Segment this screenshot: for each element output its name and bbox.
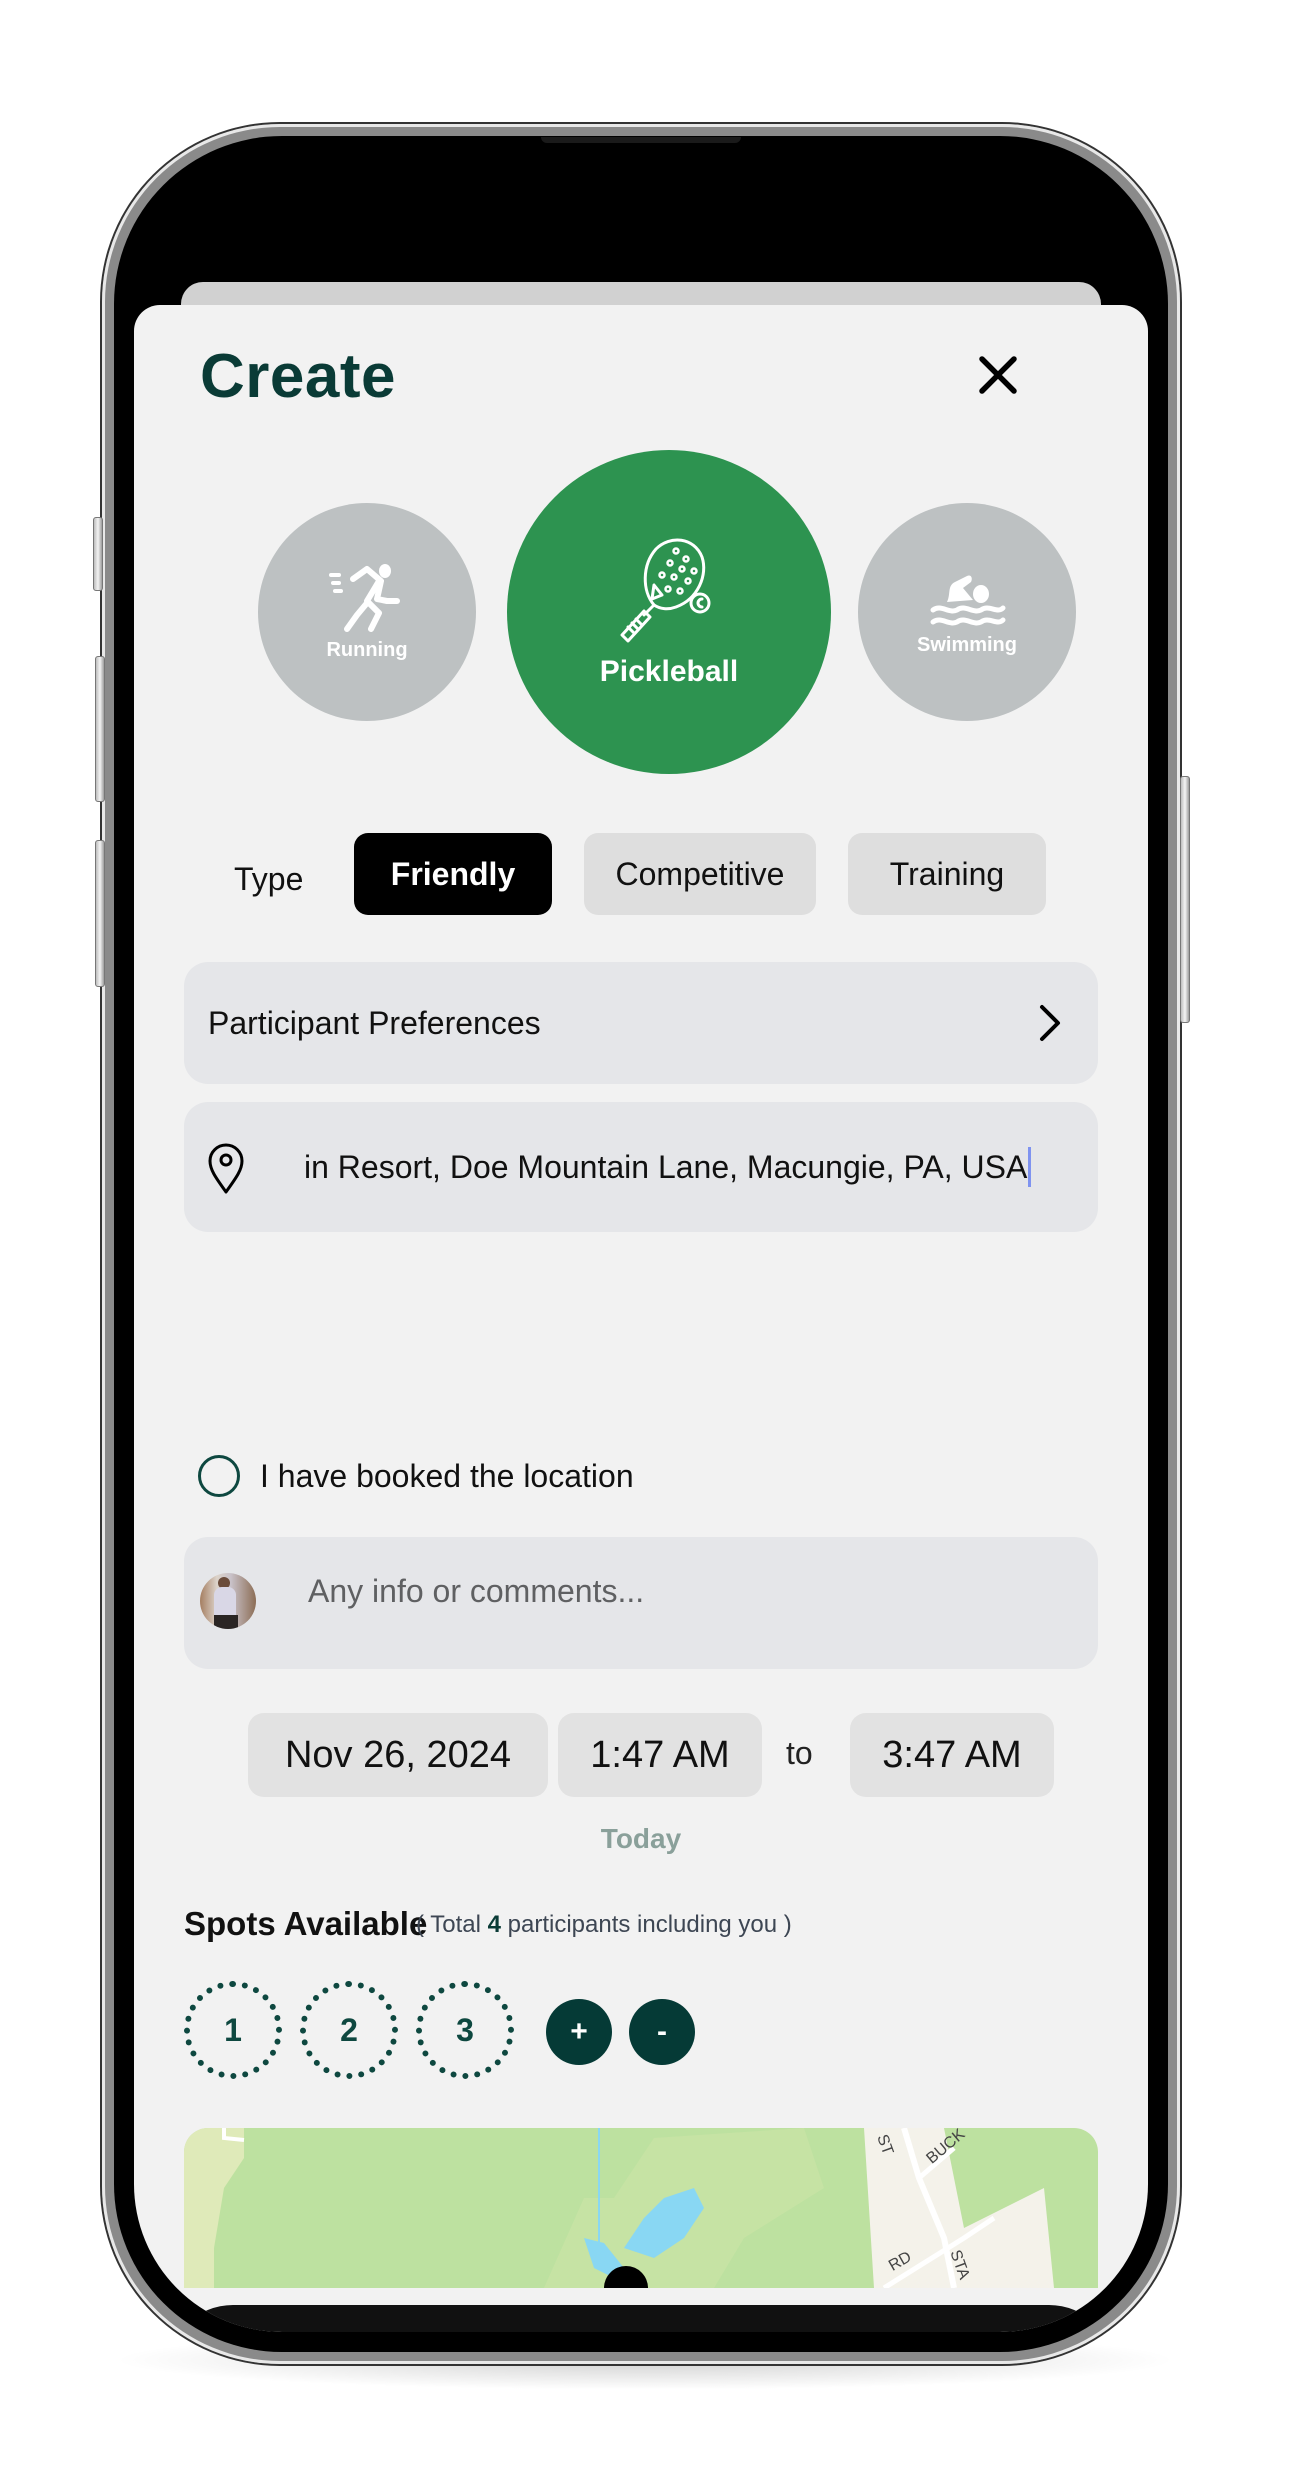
spots-subtitle: ( Total 4 participants including you ) — [416, 1911, 792, 1938]
pickleball-paddle-icon — [620, 538, 711, 643]
close-icon — [979, 356, 1017, 394]
spots-title: Spots Available — [184, 1905, 428, 1942]
page-title: Create — [200, 342, 396, 411]
spot-slot: 2 — [300, 1981, 398, 2079]
type-competitive[interactable]: Competitive — [584, 833, 816, 915]
publish-button[interactable]: Publish for Today — [167, 2305, 1115, 2332]
participant-preferences-row[interactable]: Participant Preferences — [184, 962, 1098, 1084]
location-pin-icon — [208, 1143, 244, 1194]
comments-input[interactable]: Any info or comments... — [184, 1537, 1098, 1669]
comments-placeholder: Any info or comments... — [308, 1573, 645, 1609]
location-value: in Resort, Doe Mountain Lane, Macungie, … — [304, 1148, 1028, 1185]
add-spot-button[interactable]: + — [546, 1999, 612, 2065]
time-separator: to — [786, 1735, 813, 1771]
avatar — [200, 1573, 256, 1629]
activity-running[interactable]: Running — [258, 503, 476, 721]
chevron-right-icon — [1040, 1005, 1060, 1041]
activity-label: Running — [326, 638, 408, 661]
start-time-picker[interactable]: 1:47 AM — [558, 1713, 762, 1797]
create-sheet: Create Running Pickleball Swimming Type … — [134, 305, 1148, 2332]
remove-spot-button[interactable]: - — [629, 1999, 695, 2065]
type-friendly[interactable]: Friendly — [354, 833, 552, 915]
relative-day-label: Today — [600, 1823, 682, 1854]
location-map[interactable]: ST BUCK RD STA — [184, 2128, 1098, 2288]
activity-label: Pickleball — [599, 655, 739, 688]
close-button[interactable] — [968, 345, 1028, 405]
power-button — [1180, 776, 1190, 1023]
volume-down-button — [95, 840, 105, 987]
participant-preferences-label: Participant Preferences — [208, 1004, 541, 1041]
spot-slot: 1 — [184, 1981, 282, 2079]
total-participants: 4 — [487, 1911, 501, 1938]
type-training[interactable]: Training — [848, 833, 1046, 915]
activity-swimming[interactable]: Swimming — [858, 503, 1076, 721]
text-caret — [1028, 1147, 1032, 1187]
activity-pickleball[interactable]: Pickleball — [507, 450, 831, 774]
activity-label: Swimming — [916, 633, 1017, 656]
sensor-notch — [541, 137, 741, 143]
spot-slot: 3 — [416, 1981, 514, 2079]
action-button — [93, 517, 103, 591]
booked-location-label: I have booked the location — [260, 1457, 634, 1494]
end-time-picker[interactable]: 3:47 AM — [850, 1713, 1054, 1797]
swimming-icon — [930, 574, 1006, 625]
location-input[interactable]: in Resort, Doe Mountain Lane, Macungie, … — [184, 1102, 1098, 1232]
booked-location-checkbox[interactable]: I have booked the location — [198, 1455, 634, 1497]
type-label: Type — [234, 861, 304, 897]
screen: Create Running Pickleball Swimming Type … — [132, 154, 1150, 2332]
date-picker[interactable]: Nov 26, 2024 — [248, 1713, 548, 1797]
radio-circle-icon[interactable] — [198, 1455, 240, 1497]
volume-up-button — [95, 656, 105, 802]
running-icon — [329, 563, 400, 632]
